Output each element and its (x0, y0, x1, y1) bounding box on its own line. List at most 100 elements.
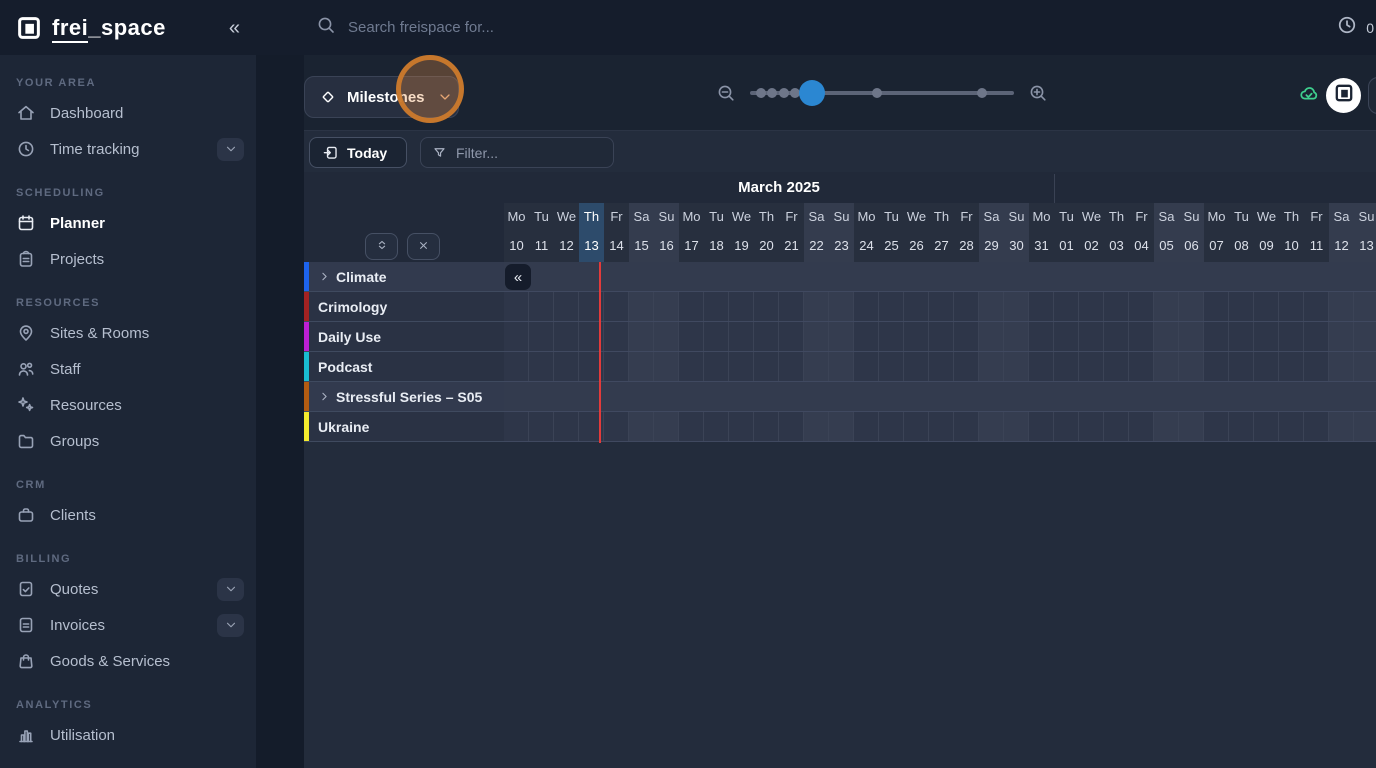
grid-cell[interactable] (779, 322, 804, 351)
grid-cell[interactable] (1329, 322, 1354, 351)
grid-cell[interactable] (1229, 292, 1254, 321)
grid-cell[interactable] (1029, 352, 1054, 381)
grid-cell[interactable] (1179, 322, 1204, 351)
grid-cell[interactable] (979, 322, 1004, 351)
sidebar-collapse-button[interactable]: « (229, 18, 240, 38)
zoom-out-icon[interactable] (716, 83, 736, 103)
grid-cell[interactable] (854, 352, 879, 381)
grid-cell[interactable] (1329, 352, 1354, 381)
sidebar-item-groups[interactable]: Groups (0, 423, 256, 459)
grid-cell[interactable] (929, 292, 954, 321)
grid-cell[interactable] (979, 412, 1004, 441)
grid-cell[interactable] (879, 292, 904, 321)
grid-cell[interactable] (1229, 412, 1254, 441)
grid-cell[interactable] (729, 412, 754, 441)
grid-cell[interactable] (1254, 292, 1279, 321)
clipped-edge-button[interactable] (1368, 77, 1376, 114)
grid-cell[interactable] (679, 352, 704, 381)
grid-cell[interactable] (554, 412, 579, 441)
grid-cell[interactable] (529, 352, 554, 381)
grid-cell[interactable] (779, 352, 804, 381)
grid-cell[interactable] (654, 322, 679, 351)
grid-cell[interactable] (1104, 412, 1129, 441)
grid-cell[interactable] (929, 322, 954, 351)
row-label-podcast[interactable]: Podcast (304, 352, 504, 382)
grid-cell[interactable] (1204, 352, 1229, 381)
grid-cell[interactable] (879, 412, 904, 441)
grid-cell[interactable] (854, 412, 879, 441)
grid-cell[interactable] (1129, 412, 1154, 441)
sidebar-item-dashboard[interactable]: Dashboard (0, 95, 256, 131)
grid-cell[interactable] (1004, 412, 1029, 441)
grid-cell[interactable] (779, 412, 804, 441)
row-grid[interactable] (504, 352, 1376, 382)
grid-cell[interactable] (1079, 352, 1104, 381)
sidebar-item-goods-services[interactable]: Goods & Services (0, 643, 256, 679)
zoom-in-icon[interactable] (1028, 83, 1048, 103)
grid-cell[interactable] (1054, 322, 1079, 351)
grid-cell[interactable] (979, 352, 1004, 381)
grid-cell[interactable] (704, 352, 729, 381)
row-label-daily-use[interactable]: Daily Use (304, 322, 504, 352)
grid-cell[interactable] (754, 412, 779, 441)
grid-cell[interactable] (1279, 322, 1304, 351)
grid-cell[interactable] (1304, 412, 1329, 441)
grid-cell[interactable] (854, 322, 879, 351)
grid-cell[interactable] (504, 322, 529, 351)
row-grid[interactable] (504, 292, 1376, 322)
grid-cell[interactable] (1054, 292, 1079, 321)
expand-chevron-button[interactable] (217, 578, 244, 601)
grid-cell[interactable] (1354, 322, 1376, 351)
grid-cell[interactable] (754, 322, 779, 351)
expand-chevron-button[interactable] (217, 614, 244, 637)
grid-cell[interactable] (1304, 352, 1329, 381)
expand-collapse-all-button[interactable] (365, 233, 398, 260)
search-input[interactable] (348, 19, 768, 36)
grid-cell[interactable] (929, 412, 954, 441)
row-grid[interactable] (504, 382, 1376, 412)
grid-cell[interactable] (629, 292, 654, 321)
grid-cell[interactable] (1354, 292, 1376, 321)
grid-cell[interactable] (1204, 322, 1229, 351)
sidebar-item-sites-rooms[interactable]: Sites & Rooms (0, 315, 256, 351)
grid-cell[interactable] (704, 292, 729, 321)
sidebar-item-utilisation[interactable]: Utilisation (0, 717, 256, 753)
sidebar-item-time-tracking[interactable]: Time tracking (0, 131, 256, 167)
grid-cell[interactable] (979, 292, 1004, 321)
grid-cell[interactable] (954, 352, 979, 381)
grid-cell[interactable] (1154, 322, 1179, 351)
row-grid[interactable] (504, 412, 1376, 442)
collapse-label-column-button[interactable]: « (505, 264, 531, 290)
sidebar-item-invoices[interactable]: Invoices (0, 607, 256, 643)
grid-cell[interactable] (529, 322, 554, 351)
grid-cell[interactable] (604, 412, 629, 441)
grid-cell[interactable] (829, 352, 854, 381)
row-label-crimology[interactable]: Crimology (304, 292, 504, 322)
grid-cell[interactable] (904, 322, 929, 351)
sidebar-item-staff[interactable]: Staff (0, 351, 256, 387)
grid-cell[interactable] (904, 352, 929, 381)
grid-cell[interactable] (1304, 292, 1329, 321)
grid-cell[interactable] (954, 412, 979, 441)
grid-cell[interactable] (829, 322, 854, 351)
grid-cell[interactable] (1354, 352, 1376, 381)
grid-cell[interactable] (1079, 292, 1104, 321)
grid-cell[interactable] (704, 322, 729, 351)
grid-cell[interactable] (604, 292, 629, 321)
grid-cell[interactable] (729, 292, 754, 321)
grid-cell[interactable] (729, 322, 754, 351)
clear-button[interactable] (407, 233, 440, 260)
sidebar-item-planner[interactable]: Planner (0, 205, 256, 241)
grid-cell[interactable] (1229, 352, 1254, 381)
grid-cell[interactable] (904, 292, 929, 321)
grid-cell[interactable] (654, 292, 679, 321)
grid-cell[interactable] (1054, 352, 1079, 381)
grid-cell[interactable] (1204, 412, 1229, 441)
grid-cell[interactable] (1179, 292, 1204, 321)
grid-cell[interactable] (604, 352, 629, 381)
grid-cell[interactable] (629, 352, 654, 381)
grid-cell[interactable] (854, 292, 879, 321)
filter-input[interactable] (456, 145, 586, 161)
grid-cell[interactable] (1204, 292, 1229, 321)
grid-cell[interactable] (629, 412, 654, 441)
